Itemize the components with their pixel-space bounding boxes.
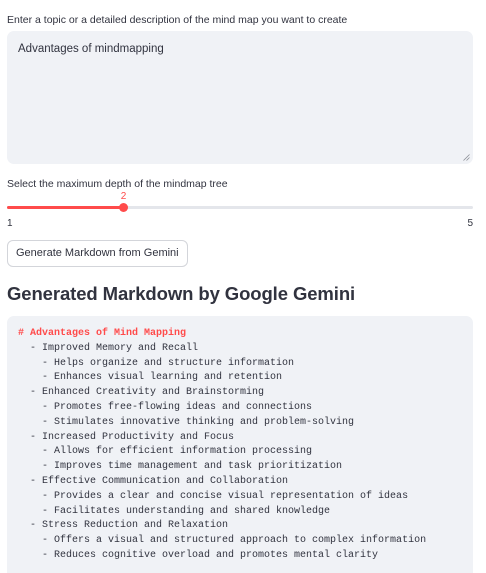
slider-fill	[7, 206, 124, 209]
markdown-list-item: - Helps organize and structure informati…	[18, 357, 295, 369]
markdown-list-item: - Effective Communication and Collaborat…	[18, 475, 289, 487]
slider-max-label: 5	[467, 218, 473, 229]
slider-value-label: 2	[120, 191, 127, 202]
generate-markdown-button[interactable]: Generate Markdown from Gemini	[7, 240, 188, 267]
markdown-list-item: - Provides a clear and concise visual re…	[18, 490, 409, 502]
depth-slider[interactable]: 2 1 5	[7, 190, 473, 230]
slider-thumb[interactable]	[119, 203, 128, 212]
markdown-list-item: - Stimulates innovative thinking and pro…	[18, 416, 355, 428]
markdown-list-item: - Reduces cognitive overload and promote…	[18, 549, 379, 561]
markdown-list-item: - Enhanced Creativity and Brainstorming	[18, 387, 265, 399]
markdown-heading-line: # Advantages of Mind Mapping	[18, 328, 187, 339]
topic-label: Enter a topic or a detailed description …	[7, 14, 348, 26]
resize-handle-icon[interactable]	[463, 154, 470, 161]
depth-label: Select the maximum depth of the mindmap …	[7, 178, 228, 190]
markdown-list-item: - Offers a visual and structured approac…	[18, 535, 427, 547]
markdown-list-item: - Allows for efficient information proce…	[18, 446, 313, 458]
markdown-list-item: - Enhances visual learning and retention	[18, 372, 283, 384]
markdown-list-item: - Stress Reduction and Relaxation	[18, 520, 229, 532]
markdown-list-item: - Promotes free-flowing ideas and connec…	[18, 401, 313, 413]
markdown-code-block: # Advantages of Mind Mapping - Improved …	[7, 316, 473, 573]
markdown-list-item: - Facilitates understanding and shared k…	[18, 505, 331, 517]
slider-min-label: 1	[7, 218, 13, 229]
result-heading: Generated Markdown by Google Gemini	[7, 283, 356, 304]
markdown-list-item: - Improved Memory and Recall	[18, 342, 199, 354]
topic-textarea-value: Advantages of mindmapping	[18, 43, 164, 55]
markdown-list-item: - Increased Productivity and Focus	[18, 431, 235, 443]
markdown-list-item: - Improves time management and task prio…	[18, 461, 343, 473]
topic-textarea[interactable]: Advantages of mindmapping	[7, 31, 473, 164]
